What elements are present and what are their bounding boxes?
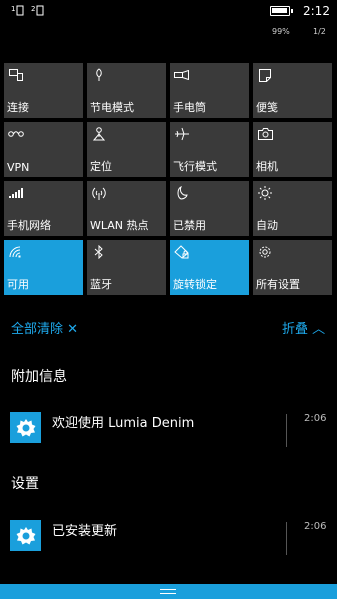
wifi-icon	[8, 244, 24, 260]
project-connect-icon	[8, 67, 24, 83]
battery-icon	[270, 6, 293, 16]
tile-wifi[interactable]: 可用	[4, 240, 83, 295]
tile-vpn[interactable]: VPN	[4, 122, 83, 177]
divider	[286, 522, 287, 555]
gear-icon	[10, 520, 41, 551]
tile-cellular[interactable]: 手机网络	[4, 181, 83, 236]
collapse-button[interactable]: 折叠 ︿	[282, 318, 325, 337]
tile-flashlight[interactable]: 手电筒	[170, 63, 249, 118]
tile-label: 可用	[7, 278, 29, 291]
notification-time: 2:06	[304, 413, 327, 424]
tile-all-settings[interactable]: 所有设置	[253, 240, 332, 295]
tile-label: 旋转锁定	[173, 278, 217, 291]
notification-item[interactable]: 欢迎使用 Lumia Denim 2:06	[0, 406, 337, 458]
tile-label: VPN	[7, 161, 30, 174]
notification-text: 已安装更新	[52, 524, 118, 539]
status-bar: 1 2 2:12 99% 1/2	[0, 0, 337, 44]
tile-label: 连接	[7, 101, 29, 114]
tile-label: 手机网络	[7, 219, 51, 232]
sim1-signal-icon: 1	[10, 3, 24, 17]
notification-text: 欢迎使用 Lumia Denim	[52, 416, 195, 431]
sim1-label: 1	[11, 5, 15, 13]
sim2-signal-icon: 2	[30, 3, 44, 17]
tile-label: 已禁用	[173, 219, 206, 232]
flashlight-icon	[174, 67, 190, 83]
tile-note[interactable]: 便笺	[253, 63, 332, 118]
drag-handle-icon	[160, 589, 176, 594]
tile-label: 节电模式	[90, 101, 134, 114]
tile-quiet-hours[interactable]: 已禁用	[170, 181, 249, 236]
tile-label: 所有设置	[256, 278, 300, 291]
tile-label: 手电筒	[173, 101, 206, 114]
battery-percent: 99%	[272, 27, 290, 36]
tile-label: 飞行模式	[173, 160, 217, 173]
hotspot-icon	[91, 185, 107, 201]
tile-battery-saver[interactable]: 节电模式	[87, 63, 166, 118]
tile-camera[interactable]: 相机	[253, 122, 332, 177]
notification-item[interactable]: 已安装更新 2:06	[0, 514, 337, 566]
sim2-label: 2	[31, 5, 35, 13]
note-icon	[257, 67, 273, 83]
vpn-icon	[8, 126, 24, 142]
clear-all-button[interactable]: 全部清除 ✕	[11, 318, 78, 337]
cellular-icon	[8, 185, 24, 201]
tile-brightness[interactable]: 自动	[253, 181, 332, 236]
divider	[286, 414, 287, 447]
tile-bluetooth[interactable]: 蓝牙	[87, 240, 166, 295]
action-center-handle[interactable]	[0, 584, 337, 599]
tile-label: WLAN 热点	[90, 219, 149, 232]
gear-icon	[257, 244, 273, 260]
quiet-hours-icon	[174, 185, 190, 201]
tile-label: 蓝牙	[90, 278, 112, 291]
gear-icon	[10, 412, 41, 443]
camera-icon	[257, 126, 273, 142]
airplane-icon	[174, 126, 190, 142]
tile-location[interactable]: 定位	[87, 122, 166, 177]
tile-connect[interactable]: 连接	[4, 63, 83, 118]
bluetooth-icon	[91, 244, 107, 260]
brightness-icon	[257, 185, 273, 201]
tile-label: 相机	[256, 160, 278, 173]
tile-rotation-lock[interactable]: 旋转锁定	[170, 240, 249, 295]
notification-time: 2:06	[304, 521, 327, 532]
location-icon	[91, 126, 107, 142]
status-time: 2:12	[303, 4, 330, 18]
tile-airplane[interactable]: 飞行模式	[170, 122, 249, 177]
tile-label: 自动	[256, 219, 278, 232]
tile-hotspot[interactable]: WLAN 热点	[87, 181, 166, 236]
battery-saver-icon	[91, 67, 107, 83]
section-header: 附加信息	[11, 369, 67, 385]
rotation-lock-icon	[174, 244, 190, 260]
tile-label: 定位	[90, 160, 112, 173]
section-header: 设置	[11, 476, 39, 492]
tile-label: 便笺	[256, 101, 278, 114]
page-indicator: 1/2	[313, 27, 326, 36]
